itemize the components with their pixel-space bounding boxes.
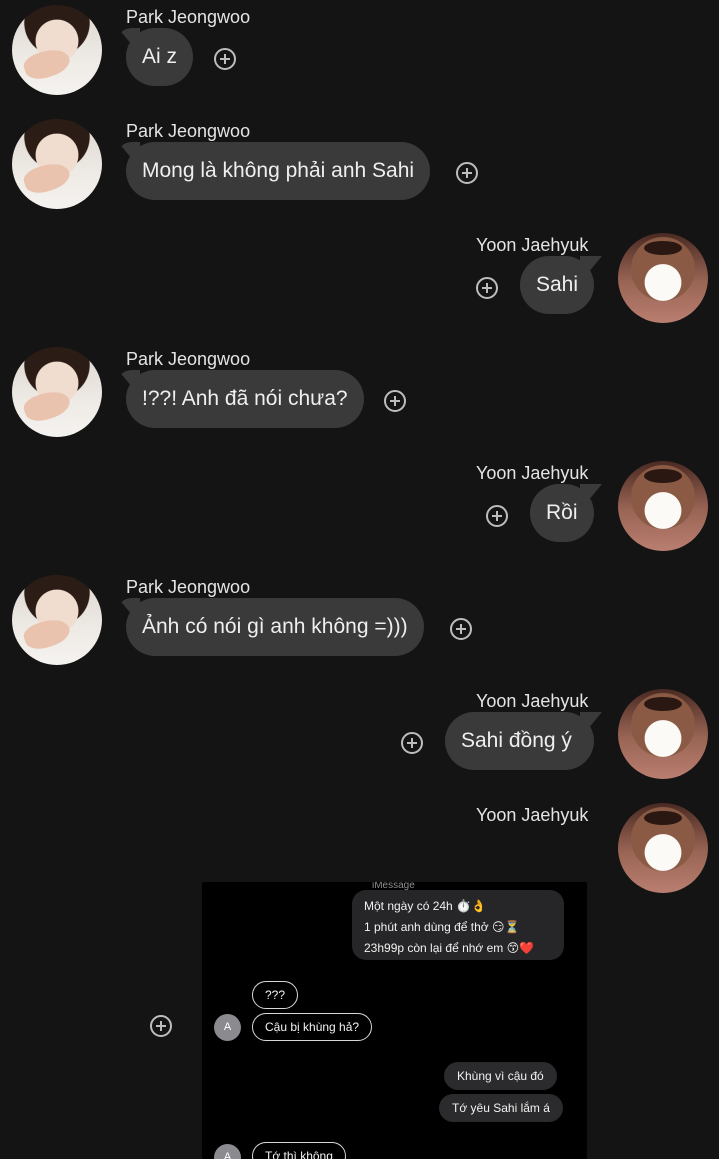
sender-name: Park Jeongwoo xyxy=(126,349,251,369)
message-bubble[interactable]: Rồi xyxy=(530,484,594,542)
plus-circle-icon[interactable] xyxy=(214,48,236,70)
sender-name: Park Jeongwoo xyxy=(126,121,251,141)
plus-circle-icon[interactable] xyxy=(384,390,406,412)
plus-circle-icon[interactable] xyxy=(401,732,423,754)
message-bubble[interactable]: !??! Anh đã nói chưa? xyxy=(126,370,364,428)
avatar[interactable] xyxy=(12,575,102,665)
message-bubble[interactable]: Ai z xyxy=(126,28,194,86)
contact-avatar: A xyxy=(214,1144,241,1159)
bubble-line: 23h99p còn lại để nhớ em 😙❤️ xyxy=(364,941,535,955)
plus-circle-icon[interactable] xyxy=(150,1015,172,1037)
reply-bubble: Cậu bị khùng hả? xyxy=(252,1013,373,1041)
avatar[interactable] xyxy=(618,803,708,893)
avatar[interactable] xyxy=(618,233,708,323)
plus-circle-icon[interactable] xyxy=(476,277,498,299)
sender-name: Yoon Jaehyuk xyxy=(476,235,589,255)
plus-circle-icon[interactable] xyxy=(450,618,472,640)
plus-circle-icon[interactable] xyxy=(486,505,508,527)
avatar[interactable] xyxy=(12,347,102,437)
sender-name: Yoon Jaehyuk xyxy=(476,805,589,825)
reply-bubble: Tớ thì không xyxy=(252,1142,346,1159)
image-message[interactable]: iMessage Một ngày có 24h ⏱️👌 1 phút anh … xyxy=(202,882,587,1159)
sender-name: Yoon Jaehyuk xyxy=(476,691,589,711)
message-bubble[interactable]: Sahi xyxy=(520,256,594,314)
sender-name: Yoon Jaehyuk xyxy=(476,463,589,483)
sent-bubble: Khùng vì cậu đó xyxy=(444,1062,557,1090)
received-bubble: Một ngày có 24h ⏱️👌 1 phút anh dùng để t… xyxy=(352,890,564,960)
sender-name: Park Jeongwoo xyxy=(126,577,251,597)
message-bubble[interactable]: Ảnh có nói gì anh không =))) xyxy=(126,598,424,656)
avatar[interactable] xyxy=(12,5,102,95)
avatar[interactable] xyxy=(618,689,708,779)
sent-bubble: Tớ yêu Sahi lắm á xyxy=(439,1094,563,1122)
sender-name: Park Jeongwoo xyxy=(126,7,251,27)
avatar[interactable] xyxy=(12,119,102,209)
contact-avatar: A xyxy=(214,1014,241,1041)
avatar[interactable] xyxy=(618,461,708,551)
plus-circle-icon[interactable] xyxy=(456,162,478,184)
bubble-line: 1 phút anh dùng để thở 😏⏳ xyxy=(364,920,520,934)
bubble-line: Một ngày có 24h ⏱️👌 xyxy=(364,899,486,913)
reply-bubble: ??? xyxy=(252,981,299,1009)
message-bubble[interactable]: Mong là không phải anh Sahi xyxy=(126,142,431,200)
message-bubble[interactable]: Sahi đồng ý xyxy=(445,712,594,770)
